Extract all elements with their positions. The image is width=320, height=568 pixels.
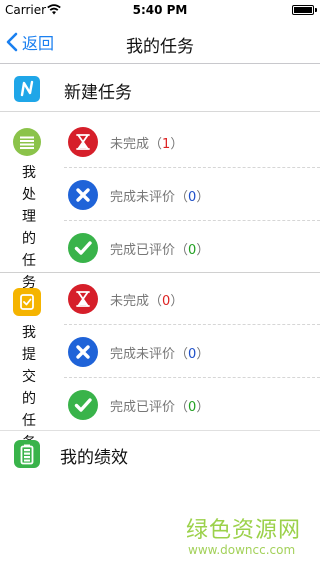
- status-time: 5:40 PM: [132, 3, 188, 17]
- row-text: 未完成: [110, 137, 150, 152]
- status-bar: Carrier 5:40 PM: [0, 0, 320, 20]
- page-title: 我的任务: [126, 37, 194, 57]
- check-circle-icon: [68, 390, 98, 420]
- battery-tip: [315, 8, 317, 12]
- new-task-item[interactable]: 新建任务: [0, 66, 320, 112]
- navigation-bar: 返回 我的任务: [0, 20, 320, 64]
- list-icon: [13, 128, 41, 156]
- submitted-unrated-row[interactable]: 完成未评价（0）: [64, 325, 320, 378]
- handled-incomplete-row[interactable]: 未完成（1）: [64, 115, 320, 168]
- row-count: 0: [188, 243, 197, 258]
- row-count: 0: [162, 294, 171, 309]
- row-count: 0: [188, 347, 197, 362]
- hourglass-icon: [68, 284, 98, 314]
- submitted-incomplete-row[interactable]: 未完成（0）: [64, 272, 320, 325]
- row-count: 1: [162, 137, 171, 152]
- row-count: 0: [188, 400, 197, 415]
- watermark-url: www.downcc.com: [188, 543, 296, 557]
- watermark-text: 绿色资源网: [186, 518, 302, 543]
- battery-icon: [292, 5, 314, 15]
- row-text: 完成已评价: [110, 400, 176, 415]
- document-icon: [13, 288, 41, 316]
- x-circle-icon: [68, 337, 98, 367]
- my-performance-item[interactable]: 我的绩效: [0, 432, 320, 476]
- row-count: 0: [188, 190, 197, 205]
- row-text: 完成未评价: [110, 190, 176, 205]
- n-letter-icon: [14, 76, 40, 102]
- row-text: 未完成: [110, 294, 150, 309]
- battery-icon: [14, 440, 40, 468]
- row-text: 完成已评价: [110, 243, 176, 258]
- row-text: 完成未评价: [110, 347, 176, 362]
- handled-tasks-group: 我处理的任务 未完成（1） 完成未评价（0） 完成已评价（0）: [0, 112, 320, 291]
- my-performance-label: 我的绩效: [60, 448, 128, 468]
- hourglass-icon: [68, 127, 98, 157]
- check-circle-icon: [68, 233, 98, 263]
- handled-unrated-row[interactable]: 完成未评价（0）: [64, 168, 320, 221]
- submitted-tasks-group: 我提交的任务 未完成（0） 完成未评价（0） 完成已评价（0）: [0, 272, 320, 451]
- submitted-rated-row[interactable]: 完成已评价（0）: [64, 378, 320, 431]
- new-task-label: 新建任务: [64, 83, 132, 103]
- x-circle-icon: [68, 180, 98, 210]
- handled-rated-row[interactable]: 完成已评价（0）: [64, 221, 320, 274]
